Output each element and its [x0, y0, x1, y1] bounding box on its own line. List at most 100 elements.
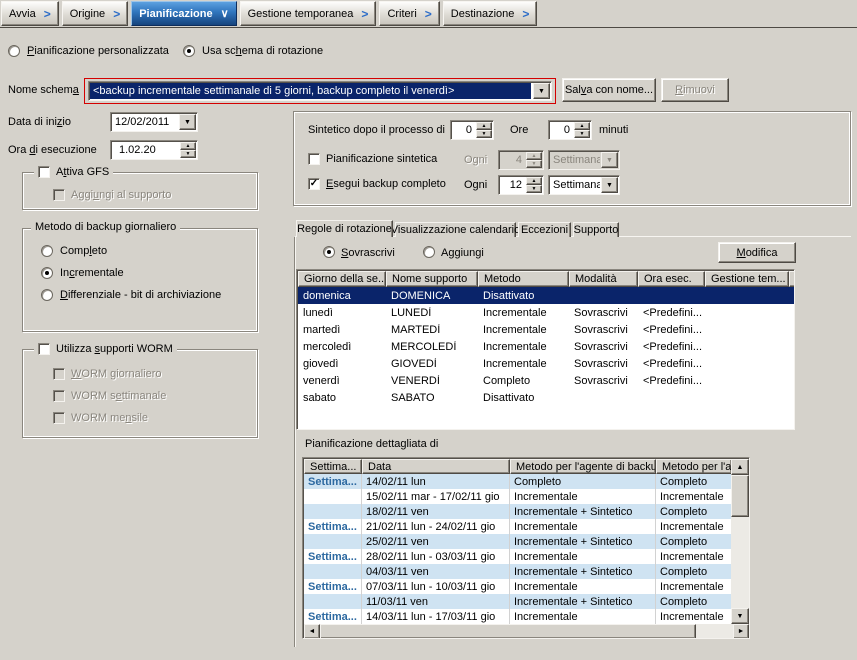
table-row[interactable]: Settima...14/02/11 lunCompletoCompleto [304, 474, 732, 489]
radio-pianificazione-personalizzata[interactable] [8, 45, 20, 57]
column-header[interactable]: Modalità [569, 271, 638, 287]
spin-down-icon[interactable]: ▼ [574, 130, 590, 138]
radio-usa-schema-di-rotazione[interactable] [183, 45, 195, 57]
table-cell: 11/03/11 ven [362, 594, 510, 609]
table-cell: Incrementale + Sintetico [510, 564, 656, 579]
dropdown-arrow-icon: ▼ [601, 152, 618, 168]
spin-down-icon[interactable]: ▼ [526, 185, 542, 193]
column-header[interactable]: Giorno della se... [298, 271, 386, 287]
tab-regole-di-rotazione[interactable]: Regole di rotazione [296, 220, 393, 237]
spin-up-icon[interactable]: ▲ [574, 122, 590, 130]
checkbox-box[interactable] [38, 343, 50, 355]
tab-criteri[interactable]: Criteri > [379, 1, 439, 26]
column-header[interactable]: Nome supporto [386, 271, 478, 287]
table-cell: 04/03/11 ven [362, 564, 510, 579]
schema-name-select[interactable]: <backup incrementale settimanale di 5 gi… [88, 81, 552, 101]
start-date-input[interactable]: 12/02/2011 ▼ [110, 112, 198, 132]
tab-supporto[interactable]: Supporto [573, 222, 619, 237]
scroll-left-button[interactable]: ◄ [304, 624, 320, 639]
checkbox-box[interactable] [308, 153, 320, 165]
spin-up-icon[interactable]: ▲ [180, 142, 196, 150]
column-header[interactable]: Gestione tem... [705, 271, 789, 287]
table-row[interactable]: martedìMARTEDÌIncrementaleSovrascrivi<Pr… [298, 321, 795, 338]
table-cell: Incrementale + Sintetico [510, 534, 656, 549]
table-cell: Incrementale [510, 519, 656, 534]
column-header[interactable]: Metodo per l'ager [656, 459, 732, 474]
scroll-up-button[interactable]: ▲ [731, 459, 749, 475]
gfs-checkbox[interactable]: Attiva GFS [34, 166, 113, 178]
table-row[interactable]: Settima...07/03/11 lun - 10/03/11 gioInc… [304, 579, 732, 594]
full-backup-checkbox[interactable]: ✓ Esegui backup completo [308, 178, 446, 190]
full-unit-value: Settimana/ [549, 176, 600, 194]
column-header[interactable]: Data [362, 459, 510, 474]
radio-aggiungi[interactable] [423, 246, 435, 258]
table-cell: Incrementale [656, 519, 732, 534]
spin-down-icon[interactable]: ▼ [476, 130, 492, 138]
full-unit-select[interactable]: Settimana/ ▼ [548, 175, 620, 195]
table-cell: Incrementale [656, 579, 732, 594]
h-scroll-thumb[interactable] [320, 624, 696, 639]
synthetic-schedule-checkbox[interactable]: Pianificazione sintetica [308, 153, 437, 165]
modify-button[interactable]: Modifica [718, 242, 796, 263]
v-scroll-thumb[interactable] [731, 475, 749, 517]
table-row[interactable]: venerdìVENERDÌCompletoSovrascrivi<Predef… [298, 372, 795, 389]
minutes-spinner[interactable]: 0 ▲ ▼ [548, 120, 592, 140]
tab-eccezioni[interactable]: Eccezioni [518, 222, 571, 237]
dropdown-arrow-icon[interactable]: ▼ [601, 177, 618, 193]
chevron-right-icon: > [361, 7, 368, 21]
radio-differenziale[interactable] [41, 289, 53, 301]
spin-down-icon[interactable]: ▼ [180, 150, 196, 158]
tab-origine[interactable]: Origine > [62, 1, 128, 26]
remove-button[interactable]: Rimuovi [661, 78, 729, 102]
checkbox-box[interactable]: ✓ [308, 178, 320, 190]
radio-incrementale[interactable] [41, 267, 53, 279]
table-row[interactable]: 15/02/11 mar - 17/02/11 gioIncrementaleI… [304, 489, 732, 504]
column-header[interactable]: Settima... [304, 459, 362, 474]
table-row[interactable]: 04/03/11 venIncrementale + SinteticoComp… [304, 564, 732, 579]
table-row[interactable]: lunedìLUNEDÌIncrementaleSovrascrivi<Pred… [298, 304, 795, 321]
save-as-button[interactable]: Salva con nome... [562, 78, 656, 102]
column-header[interactable]: Ora esec. [638, 271, 705, 287]
dropdown-arrow-icon[interactable]: ▼ [179, 114, 196, 130]
tab-gestione-temporanea[interactable]: Gestione temporanea > [240, 1, 377, 26]
tab-avvia[interactable]: Avvia > [1, 1, 59, 26]
column-header[interactable]: Metodo per l'agente di backu... [510, 459, 656, 474]
worm-label: Utilizza supporti WORM [56, 343, 173, 355]
synthetic-unit-select: Settimana/ ▼ [548, 150, 620, 170]
exec-time-input[interactable]: 1.02.20 ▲ ▼ [110, 140, 198, 160]
spin-up-icon[interactable]: ▲ [526, 177, 542, 185]
table-row[interactable]: Settima...14/03/11 lun - 17/03/11 gioInc… [304, 609, 732, 624]
hours-spinner[interactable]: 0 ▲ ▼ [450, 120, 494, 140]
tab-label: Origine [70, 8, 105, 20]
radio-completo[interactable] [41, 245, 53, 257]
full-interval-spinner[interactable]: 12 ▲ ▼ [498, 175, 544, 195]
scroll-right-button[interactable]: ► [733, 624, 749, 639]
table-row[interactable]: 18/02/11 venIncrementale + SinteticoComp… [304, 504, 732, 519]
spin-up-icon[interactable]: ▲ [476, 122, 492, 130]
scroll-down-button[interactable]: ▼ [731, 608, 749, 624]
dropdown-arrow-icon[interactable]: ▼ [533, 83, 550, 99]
worm-checkbox[interactable]: Utilizza supporti WORM [34, 343, 177, 355]
table-row[interactable]: 11/03/11 venIncrementale + SinteticoComp… [304, 594, 732, 609]
table-cell: giovedì [298, 358, 386, 370]
tab-destinazione[interactable]: Destinazione > [443, 1, 538, 26]
tab-visualizzazione-calendario[interactable]: Visualizzazione calendario [395, 222, 516, 237]
table-row[interactable]: 25/02/11 venIncrementale + SinteticoComp… [304, 534, 732, 549]
start-date-label: Data di inizio [8, 116, 71, 128]
table-row[interactable]: Settima...21/02/11 lun - 24/02/11 gioInc… [304, 519, 732, 534]
table-row[interactable]: sabatoSABATODisattivato [298, 389, 795, 406]
table-row[interactable]: mercoledìMERCOLEDÌIncrementaleSovrascriv… [298, 338, 795, 355]
check-icon: ✓ [310, 179, 318, 189]
chevron-right-icon: > [44, 7, 51, 21]
radio-sovrascrivi[interactable] [323, 246, 335, 258]
table-row[interactable]: domenicaDOMENICADisattivato [298, 287, 795, 304]
table-row[interactable]: giovedìGIOVEDÌIncrementaleSovrascrivi<Pr… [298, 355, 795, 372]
radio-label: Pianificazione personalizzata [27, 45, 169, 57]
radio-label: Usa schema di rotazione [202, 45, 323, 57]
checkbox-box[interactable] [38, 166, 50, 178]
column-header[interactable]: Metodo [478, 271, 569, 287]
table-row[interactable]: Settima...28/02/11 lun - 03/03/11 gioInc… [304, 549, 732, 564]
tab-pianificazione[interactable]: Pianificazione ∨ [131, 1, 236, 26]
scroll-up-icon: ▲ [737, 464, 744, 471]
scroll-left-icon: ◄ [309, 628, 316, 635]
